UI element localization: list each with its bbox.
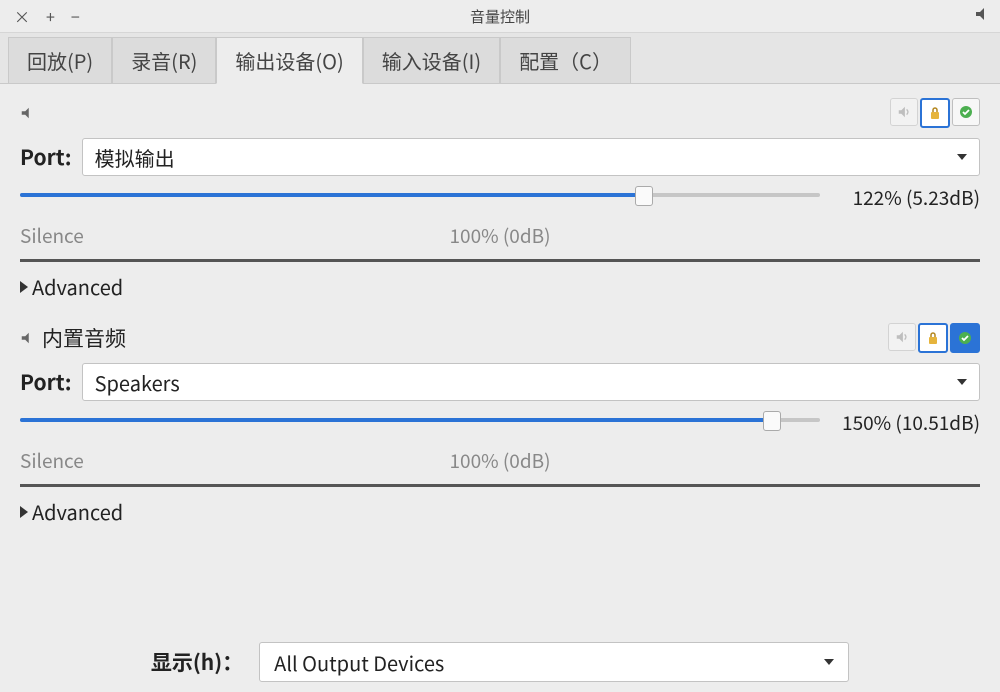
tab-playback[interactable]: 回放(P) [8,37,112,83]
set-default-button[interactable] [952,98,980,126]
chevron-down-icon [957,154,967,160]
show-filter-select[interactable]: All Output Devices [259,642,849,682]
port-label: Port: [20,142,72,172]
output-device: 内置音频 Port: Speakers [20,323,980,536]
volume-readout: 150% (10.51dB) [842,409,980,436]
speaker-icon [20,106,34,120]
volume-slider[interactable]: 122% (5.23dB) [20,186,980,218]
output-device: Port: 模拟输出 122% (5.23dB) Silence 100% (0… [20,98,980,311]
tab-recording[interactable]: 录音(R) [112,37,216,83]
set-default-button[interactable] [950,323,980,353]
divider [20,259,980,262]
tab-bar: 回放(P) 录音(R) 输出设备(O) 输入设备(I) 配置（C） [0,33,1000,84]
mute-button[interactable] [888,323,916,351]
volume-scale: Silence 100% (0dB) [20,447,980,474]
triangle-right-icon [20,281,28,293]
tab-output-devices[interactable]: 输出设备(O) [216,37,362,84]
show-label: 显示(h)： [151,647,243,677]
tab-input-devices[interactable]: 输入设备(I) [363,37,500,83]
chevron-down-icon [957,379,967,385]
window-title: 音量控制 [0,6,1000,27]
app-indicator-icon [974,6,990,22]
volume-readout: 122% (5.23dB) [853,184,980,211]
volume-scale: Silence 100% (0dB) [20,222,980,249]
advanced-expander[interactable]: Advanced [20,493,980,536]
advanced-expander[interactable]: Advanced [20,268,980,311]
volume-slider[interactable]: 150% (10.51dB) [20,411,980,443]
port-select[interactable]: Speakers [82,363,980,401]
titlebar: × + − 音量控制 [0,0,1000,33]
device-name: 内置音频 [42,323,126,353]
port-value: 模拟输出 [95,143,175,172]
lock-channels-button[interactable] [918,323,948,353]
tab-configuration[interactable]: 配置（C） [500,37,631,83]
port-label: Port: [20,367,72,397]
triangle-right-icon [20,506,28,518]
port-value: Speakers [95,368,180,397]
lock-channels-button[interactable] [920,98,950,128]
show-filter-value: All Output Devices [274,648,444,677]
footer: 显示(h)： All Output Devices [0,642,1000,682]
chevron-down-icon [824,659,834,665]
divider [20,484,980,487]
mute-button[interactable] [890,98,918,126]
speaker-icon [20,331,34,345]
port-select[interactable]: 模拟输出 [82,138,980,176]
